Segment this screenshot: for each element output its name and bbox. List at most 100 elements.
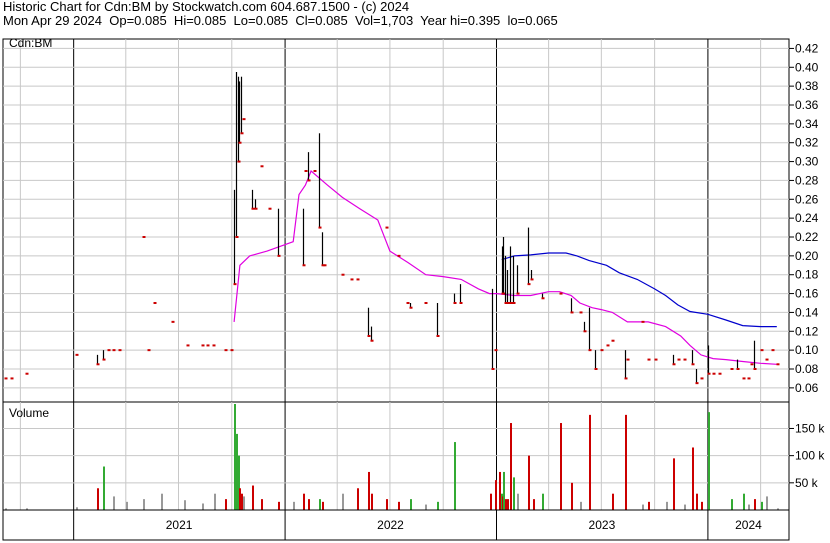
price-tick [718, 372, 722, 375]
price-tick [647, 358, 651, 361]
price-tick-label: 0.14 [795, 305, 819, 319]
price-tick [350, 278, 354, 281]
volume-bar [673, 458, 675, 510]
price-tick-label: 0.28 [795, 173, 819, 187]
volume-bar [357, 488, 359, 510]
price-tick-label: 0.20 [795, 249, 819, 263]
volume-bar [243, 496, 245, 510]
volume-bar [731, 499, 733, 510]
price-close-tick [527, 283, 531, 286]
volume-bar [293, 501, 295, 510]
price-tick [600, 349, 604, 352]
volume-bar [701, 501, 703, 510]
price-tick [626, 358, 630, 361]
price-tick [186, 344, 190, 347]
price-close-tick [240, 132, 244, 135]
price-close-tick [459, 302, 463, 304]
price-tick [201, 344, 205, 347]
price-tick [206, 344, 210, 347]
volume-bar [368, 471, 370, 510]
price-close-tick [238, 141, 242, 144]
price-tick [579, 311, 583, 314]
volume-bar [761, 501, 763, 510]
volume-tick-label: 150 k [795, 421, 825, 435]
price-tick [742, 377, 746, 380]
volume-bar [126, 501, 128, 510]
price-tick-label: 0.06 [795, 381, 819, 395]
price-tick [654, 358, 658, 361]
volume-bar [766, 496, 768, 510]
price-tick-label: 0.24 [795, 211, 819, 225]
price-tick-label: 0.36 [795, 98, 819, 112]
price-close-tick [367, 335, 371, 337]
price-tick-label: 0.08 [795, 362, 819, 376]
price-tick [323, 264, 327, 267]
volume-bar [743, 493, 745, 510]
price-close-tick [102, 358, 106, 361]
price-close-tick [672, 363, 676, 366]
price-tick [406, 302, 410, 304]
volume-bar [589, 414, 591, 510]
price-tick [25, 372, 29, 375]
volume-bar [97, 488, 99, 510]
volume-bar [252, 485, 254, 510]
price-tick-label: 0.40 [795, 60, 819, 74]
volume-bar [322, 501, 324, 510]
price-tick [641, 320, 645, 323]
price-tick [268, 207, 272, 210]
price-tick [313, 170, 317, 172]
price-tick [559, 292, 563, 295]
price-close-tick [691, 363, 695, 366]
price-close-tick [307, 179, 311, 182]
price-tick-label: 0.34 [795, 117, 819, 131]
price-close-tick [436, 335, 440, 337]
price-close-tick [409, 306, 413, 309]
volume-bar [236, 433, 238, 510]
year-label: 2023 [589, 518, 616, 532]
price-tick [771, 349, 775, 352]
volume-bar [261, 499, 263, 510]
price-tick-label: 0.12 [795, 324, 819, 338]
volume-bar [214, 493, 216, 510]
price-close-tick [594, 368, 598, 370]
price-tick [611, 339, 615, 342]
price-close-tick [96, 363, 100, 366]
price-tick-label: 0.32 [795, 136, 819, 150]
price-tick [107, 349, 111, 352]
volume-bar [503, 471, 505, 510]
price-tick [385, 226, 389, 229]
volume-bar [507, 499, 509, 510]
volume-bar [319, 499, 321, 510]
volume-tick-label: 100 k [795, 449, 825, 463]
volume-bar [580, 501, 582, 510]
volume-bar [278, 501, 280, 510]
volume-bar [692, 447, 694, 510]
volume-bar [517, 493, 519, 510]
stock-chart: 0.06 0.08 0.10 0.12 0.14 0.16 0.18 0.20 0.22 0.24… [2, 36, 825, 541]
volume-bar [528, 455, 530, 510]
year-label: 2022 [377, 518, 404, 532]
price-tick [224, 349, 228, 352]
price-tick [730, 368, 734, 370]
volume-bar [437, 501, 439, 510]
price-tick [424, 302, 428, 304]
price-close-tick [707, 372, 711, 375]
price-close-tick [370, 339, 374, 342]
price-close-tick [570, 311, 574, 314]
price-close-tick [277, 254, 281, 257]
price-tick-label: 0.10 [795, 343, 819, 357]
volume-bar [684, 504, 686, 510]
volume-axis: 50 k 100 k 150 k [789, 421, 825, 490]
price-tick [750, 363, 754, 366]
volume-bar [113, 496, 115, 510]
price-tick [341, 273, 345, 276]
price-tick [230, 349, 234, 352]
price-tick [677, 358, 681, 361]
price-tick [760, 349, 764, 352]
price-close-tick [237, 160, 241, 163]
price-tick [765, 358, 769, 361]
volume-bar [513, 477, 515, 510]
volume-bar [542, 493, 544, 510]
volume-bar [696, 493, 698, 510]
volume-bar [666, 501, 668, 510]
